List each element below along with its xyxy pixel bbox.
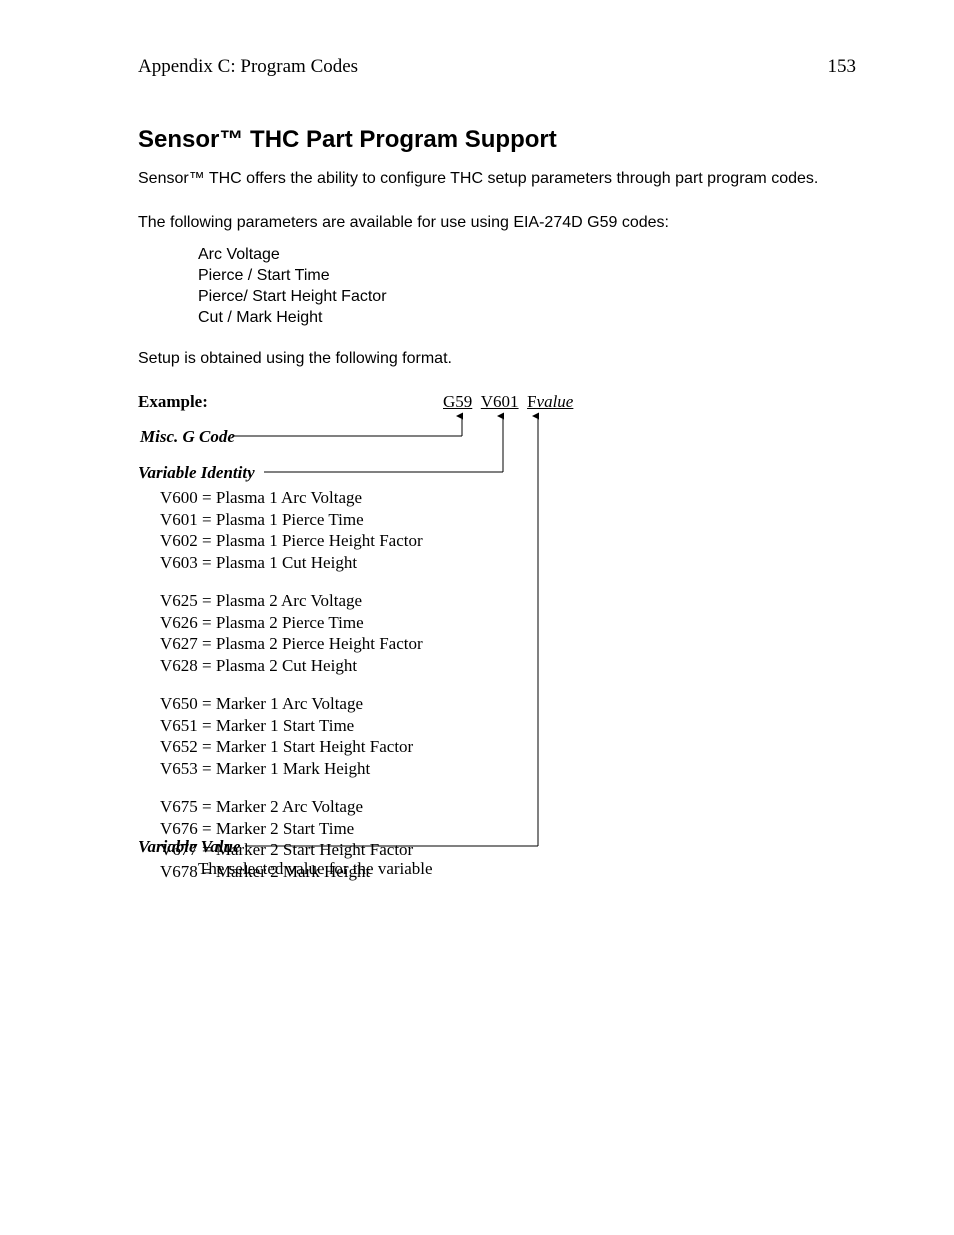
list-item: V653 = Marker 1 Mark Height	[160, 758, 423, 780]
variable-identity-list: V600 = Plasma 1 Arc Voltage V601 = Plasm…	[160, 487, 423, 883]
list-item: Pierce / Start Time	[198, 266, 856, 287]
setup-paragraph: Setup is obtained using the following fo…	[138, 348, 856, 370]
intro-paragraph-2: The following parameters are available f…	[138, 212, 856, 234]
example-label: Example:	[138, 392, 443, 412]
list-item: V628 = Plasma 2 Cut Height	[160, 655, 423, 677]
misc-g-code-label: Misc. G Code	[140, 427, 235, 446]
list-item: Arc Voltage	[198, 245, 856, 266]
list-item: V650 = Marker 1 Arc Voltage	[160, 693, 423, 715]
page: Appendix C: Program Codes 153 Sensor™ TH…	[0, 0, 954, 1235]
variable-identity-label: Variable Identity	[138, 463, 255, 482]
code-fvalue: value	[537, 392, 574, 411]
list-item: V601 = Plasma 1 Pierce Time	[160, 509, 423, 531]
list-item: V626 = Plasma 2 Pierce Time	[160, 612, 423, 634]
list-item: V651 = Marker 1 Start Time	[160, 715, 423, 737]
variable-value-label: Variable Value	[138, 837, 241, 856]
header-left: Appendix C: Program Codes	[138, 56, 358, 78]
list-item: V603 = Plasma 1 Cut Height	[160, 552, 423, 574]
page-number: 153	[828, 56, 857, 78]
code-fprefix: F	[527, 392, 536, 411]
list-item: V627 = Plasma 2 Pierce Height Factor	[160, 633, 423, 655]
intro-paragraph-1: Sensor™ THC offers the ability to config…	[138, 168, 856, 190]
code-g59: G59	[443, 392, 472, 411]
list-item: Cut / Mark Height	[198, 308, 856, 329]
list-item: Pierce/ Start Height Factor	[198, 287, 856, 308]
list-item: V625 = Plasma 2 Arc Voltage	[160, 590, 423, 612]
variable-value-description: The selected value for the variable	[198, 859, 433, 879]
section-title: Sensor™ THC Part Program Support	[138, 126, 856, 154]
list-item: V600 = Plasma 1 Arc Voltage	[160, 487, 423, 509]
list-item: V602 = Plasma 1 Pierce Height Factor	[160, 530, 423, 552]
list-item: V652 = Marker 1 Start Height Factor	[160, 736, 423, 758]
code-v601: V601	[481, 392, 519, 411]
running-header: Appendix C: Program Codes 153	[138, 56, 856, 78]
parameter-list: Arc Voltage Pierce / Start Time Pierce/ …	[198, 245, 856, 328]
example-code: G59 V601 Fvalue	[443, 392, 573, 411]
list-item: V675 = Marker 2 Arc Voltage	[160, 796, 423, 818]
example-diagram: Example: G59 V601 Fvalue Misc. G Code Va…	[138, 392, 856, 882]
